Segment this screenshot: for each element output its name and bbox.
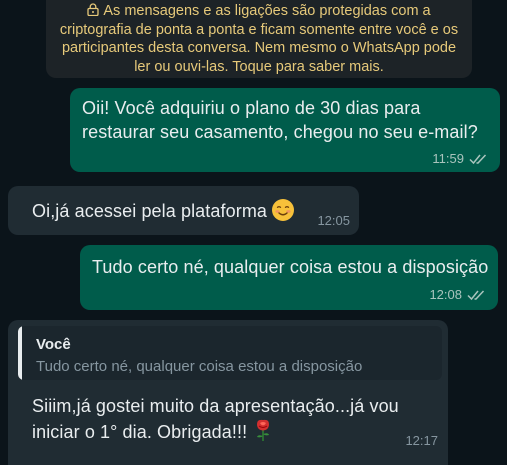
message-incoming[interactable]: Oi,já acessei pela plataforma 12:05 bbox=[8, 186, 359, 235]
message-meta: 12:17 bbox=[405, 433, 438, 448]
message-outgoing[interactable]: Oii! Você adquiriu o plano de 30 dias pa… bbox=[70, 88, 500, 172]
message-outgoing[interactable]: Tudo certo né, qualquer coisa estou a di… bbox=[80, 245, 498, 310]
message-meta: 12:08 bbox=[429, 287, 486, 302]
double-check-icon bbox=[469, 153, 487, 164]
message-incoming-reply[interactable]: Você Tudo certo né, qualquer coisa estou… bbox=[8, 320, 448, 465]
message-text-line: Oi,já acessei pela plataforma bbox=[32, 198, 295, 223]
quoted-text: Tudo certo né, qualquer coisa estou a di… bbox=[36, 358, 363, 375]
message-text-line: Siiim,já gostei muito da apresentação...… bbox=[32, 394, 432, 444]
message-time: 12:05 bbox=[317, 213, 350, 228]
encryption-notice-text: As mensagens e as ligações são protegida… bbox=[59, 3, 459, 75]
message-text: Tudo certo né, qualquer coisa estou a di… bbox=[92, 257, 489, 277]
rose-icon bbox=[257, 419, 270, 441]
quoted-message[interactable]: Você Tudo certo né, qualquer coisa estou… bbox=[18, 326, 442, 380]
message-meta: 11:59 bbox=[432, 151, 488, 166]
message-text: Oii! Você adquiriu o plano de 30 dias pa… bbox=[82, 98, 478, 142]
quoted-author: Você bbox=[36, 336, 71, 353]
message-time: 12:08 bbox=[429, 287, 462, 302]
smiling-face-icon bbox=[272, 199, 295, 221]
message-time: 12:17 bbox=[405, 433, 438, 448]
chat-area: As mensagens e as ligações são protegida… bbox=[0, 0, 507, 465]
quote-bar bbox=[18, 326, 22, 380]
message-meta: 12:05 bbox=[317, 213, 350, 228]
message-text: Siiim,já gostei muito da apresentação...… bbox=[32, 396, 399, 442]
encryption-notice[interactable]: As mensagens e as ligações são protegida… bbox=[46, 0, 472, 78]
message-text: Oi,já acessei pela plataforma bbox=[32, 201, 268, 221]
message-time: 11:59 bbox=[432, 151, 464, 166]
double-check-icon bbox=[467, 289, 485, 300]
lock-icon bbox=[87, 3, 100, 16]
